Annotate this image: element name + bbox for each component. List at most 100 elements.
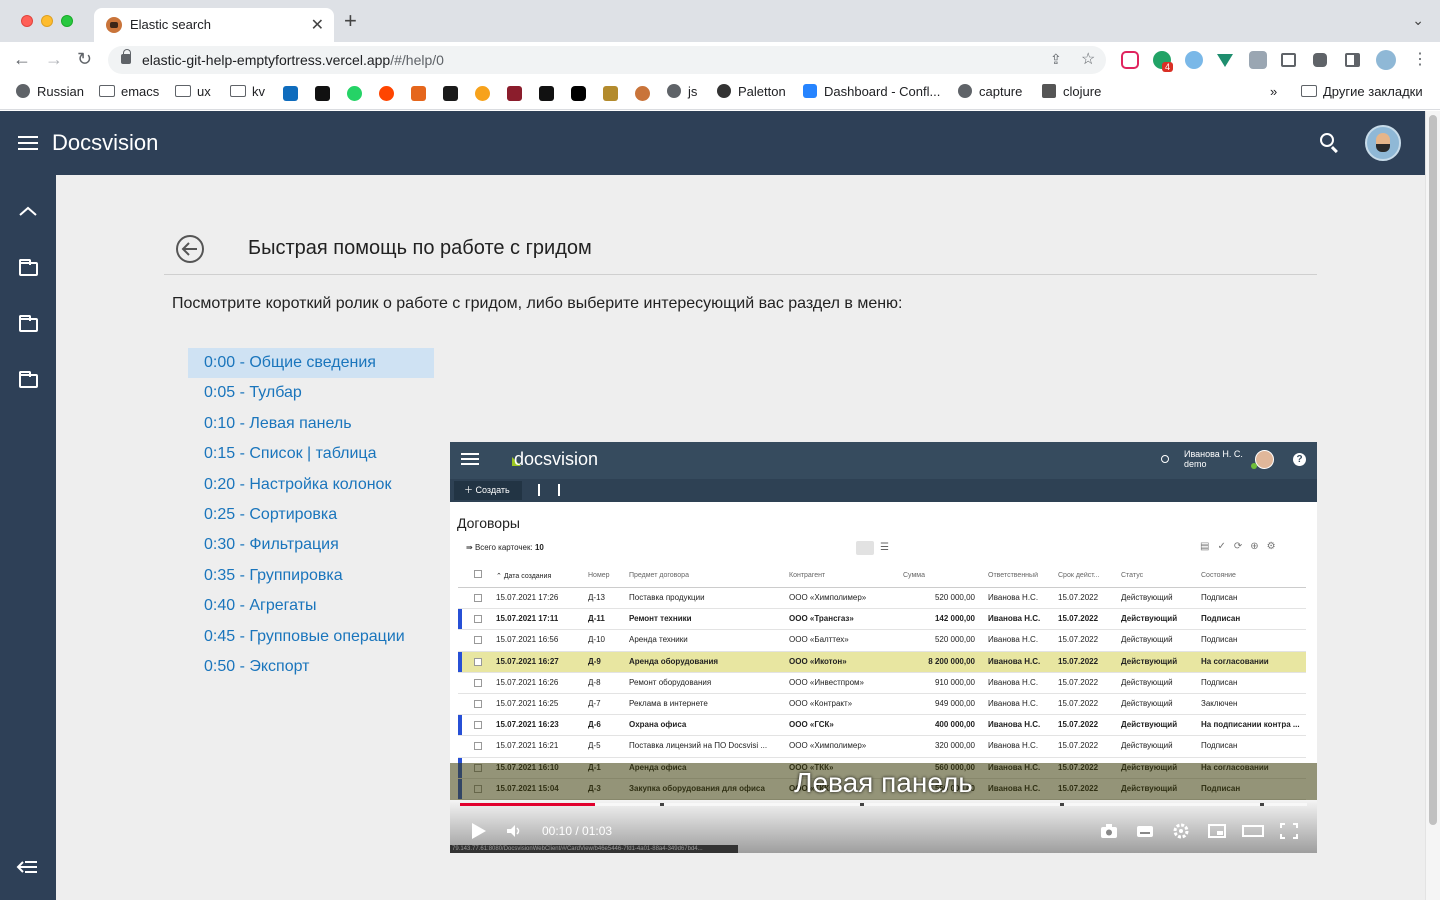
bookmark-ux[interactable]: ux	[175, 84, 211, 99]
col-header-party: Контрагент	[789, 572, 826, 579]
chapter-link-columns[interactable]: 0:20 - Настройка колонок	[188, 470, 434, 500]
video-user-info: Иванова Н. С. demo	[1184, 449, 1243, 469]
cell-term: 15.07.2022	[1058, 698, 1099, 708]
cell-term: 15.07.2022	[1058, 656, 1099, 666]
bookmark-reddit-icon[interactable]	[379, 86, 394, 101]
video-hamburger-icon	[461, 453, 479, 465]
theater-mode-icon[interactable]	[1242, 823, 1264, 839]
bookmark-star-icon[interactable]: ☆	[1081, 49, 1095, 69]
bookmark-other-folder[interactable]: Другие закладки	[1301, 84, 1423, 99]
side-panel-icon[interactable]	[1345, 53, 1360, 67]
bookmark-kv[interactable]: kv	[230, 84, 265, 99]
bookmark-whatsapp-icon[interactable]	[347, 86, 362, 101]
cell-term: 15.07.2022	[1058, 614, 1099, 624]
settings-gear-icon[interactable]	[1172, 823, 1190, 839]
bookmark-capture[interactable]: capture	[958, 84, 1022, 99]
grid-action-icons: ▤✓⟳⊕⚙	[1200, 541, 1284, 552]
bookmark-paletton[interactable]: Paletton	[717, 84, 786, 99]
page-scrollbar[interactable]	[1425, 111, 1440, 900]
video-grid-toolbar: ⇛ Всего карточек: 10 ☰ ▤✓⟳⊕⚙	[458, 538, 1306, 560]
cell-subject: Аренда техники	[629, 635, 688, 645]
screenshot-icon[interactable]	[1281, 53, 1296, 67]
extension-compass-icon[interactable]	[1185, 51, 1203, 69]
bookmark-medium-icon[interactable]	[571, 86, 586, 101]
pocket-icon[interactable]	[1121, 51, 1139, 69]
cell-date: 15.07.2021 16:26	[496, 677, 559, 687]
back-arrow-icon[interactable]: ←	[13, 49, 31, 70]
bookmark-gold-icon[interactable]	[603, 86, 618, 101]
reload-icon[interactable]: ↻	[77, 49, 92, 70]
bookmark-russian[interactable]: Russian	[16, 84, 84, 99]
video-table-row: 15.07.2021 16:23 Д-6 Охрана офиса ООО «ГСК»…	[458, 715, 1306, 737]
chapter-link-sorting[interactable]: 0:25 - Сортировка	[188, 500, 434, 530]
hamburger-menu-icon[interactable]	[18, 135, 38, 151]
cell-subject: Аренда оборудования	[629, 656, 719, 666]
extensions-puzzle-icon[interactable]	[1313, 53, 1327, 67]
bookmark-emacs[interactable]: emacs	[99, 84, 159, 99]
chapter-link-list-table[interactable]: 0:15 - Список | таблица	[188, 439, 434, 469]
video-progress-bar[interactable]	[460, 803, 1307, 806]
chapter-tick	[660, 803, 664, 806]
bookmark-clojure[interactable]: clojure	[1042, 84, 1101, 99]
chapter-link-grouping[interactable]: 0:35 - Группировка	[188, 561, 434, 591]
fullscreen-icon[interactable]	[1280, 823, 1298, 839]
back-circle-icon[interactable]	[176, 235, 204, 263]
collapse-sidebar-icon[interactable]	[16, 859, 38, 875]
chapter-link-filtering[interactable]: 0:30 - Фильтрация	[188, 530, 434, 560]
folder-icon[interactable]	[19, 371, 38, 388]
search-icon[interactable]	[1320, 133, 1334, 147]
new-tab-button[interactable]: +	[344, 10, 357, 32]
tab-close-icon[interactable]: ✕	[311, 15, 324, 35]
bookmark-terminal-icon[interactable]	[443, 86, 458, 101]
camera-icon[interactable]	[1100, 823, 1118, 839]
chapter-link-export[interactable]: 0:50 - Экспорт	[188, 652, 434, 682]
window-zoom-button[interactable]	[61, 15, 73, 27]
main-content: Быстрая помощь по работе с гридом Посмот…	[56, 175, 1425, 900]
row-checkbox	[474, 615, 482, 624]
address-bar[interactable]: elastic-git-help-emptyfortress.vercel.ap…	[108, 46, 1106, 74]
bookmark-orange-icon[interactable]	[411, 86, 426, 101]
chevron-up-icon[interactable]	[19, 206, 37, 216]
window-minimize-button[interactable]	[41, 15, 53, 27]
folder-icon[interactable]	[19, 315, 38, 332]
bookmark-m-icon[interactable]	[539, 86, 554, 101]
folder-icon[interactable]	[19, 259, 38, 276]
tab-search-chevron-icon[interactable]: ⌄	[1412, 12, 1424, 29]
table-view-icon	[856, 541, 874, 555]
extension-brush-icon[interactable]	[1249, 51, 1267, 69]
profile-avatar-icon[interactable]	[1376, 50, 1396, 70]
video-player[interactable]: docsvision Иванова Н. С. demo ? ＋ Создат…	[450, 442, 1317, 853]
browser-tab[interactable]: Elastic search ✕	[94, 8, 334, 42]
paletton-icon	[717, 84, 731, 98]
chapter-tick	[860, 803, 864, 806]
subtitles-icon[interactable]	[1136, 823, 1154, 839]
bookmark-yt-icon[interactable]	[507, 86, 522, 101]
bookmark-outlook-icon[interactable]	[283, 86, 298, 101]
unread-marker	[458, 651, 462, 672]
bookmark-confluence[interactable]: Dashboard - Confl...	[803, 84, 940, 99]
cell-party: ООО «ГСК»	[789, 720, 834, 730]
share-icon[interactable]: ⇪	[1050, 51, 1062, 68]
chapter-link-aggregates[interactable]: 0:40 - Агрегаты	[188, 591, 434, 621]
miniplayer-icon[interactable]	[1208, 823, 1226, 839]
video-user-avatar	[1255, 450, 1274, 469]
bookmark-js[interactable]: js	[667, 84, 697, 99]
forward-arrow-icon[interactable]: →	[45, 49, 63, 70]
cell-status: Действующий	[1121, 698, 1173, 708]
chapter-link-left-panel[interactable]: 0:10 - Левая панель	[188, 409, 434, 439]
chapter-link-toolbar[interactable]: 0:05 - Тулбар	[188, 378, 434, 408]
bookmarks-overflow-icon[interactable]: »	[1270, 84, 1277, 99]
window-close-button[interactable]	[21, 15, 33, 27]
chapter-link-bulk-operations[interactable]: 0:45 - Групповые операции	[188, 622, 434, 652]
chapter-link-overview[interactable]: 0:00 - Общие сведения	[188, 348, 434, 379]
cell-number: Д-9	[588, 656, 601, 666]
volume-icon[interactable]	[506, 824, 522, 838]
bookmark-dog-icon[interactable]	[635, 86, 650, 101]
play-icon[interactable]	[472, 823, 486, 839]
vue-devtools-icon[interactable]	[1217, 54, 1233, 67]
user-avatar[interactable]	[1365, 125, 1401, 161]
scrollbar-thumb[interactable]	[1429, 115, 1437, 825]
browser-menu-icon[interactable]: ⋮	[1412, 49, 1428, 69]
bookmark-c-icon[interactable]	[315, 86, 330, 101]
bookmark-share-icon[interactable]	[475, 86, 490, 101]
